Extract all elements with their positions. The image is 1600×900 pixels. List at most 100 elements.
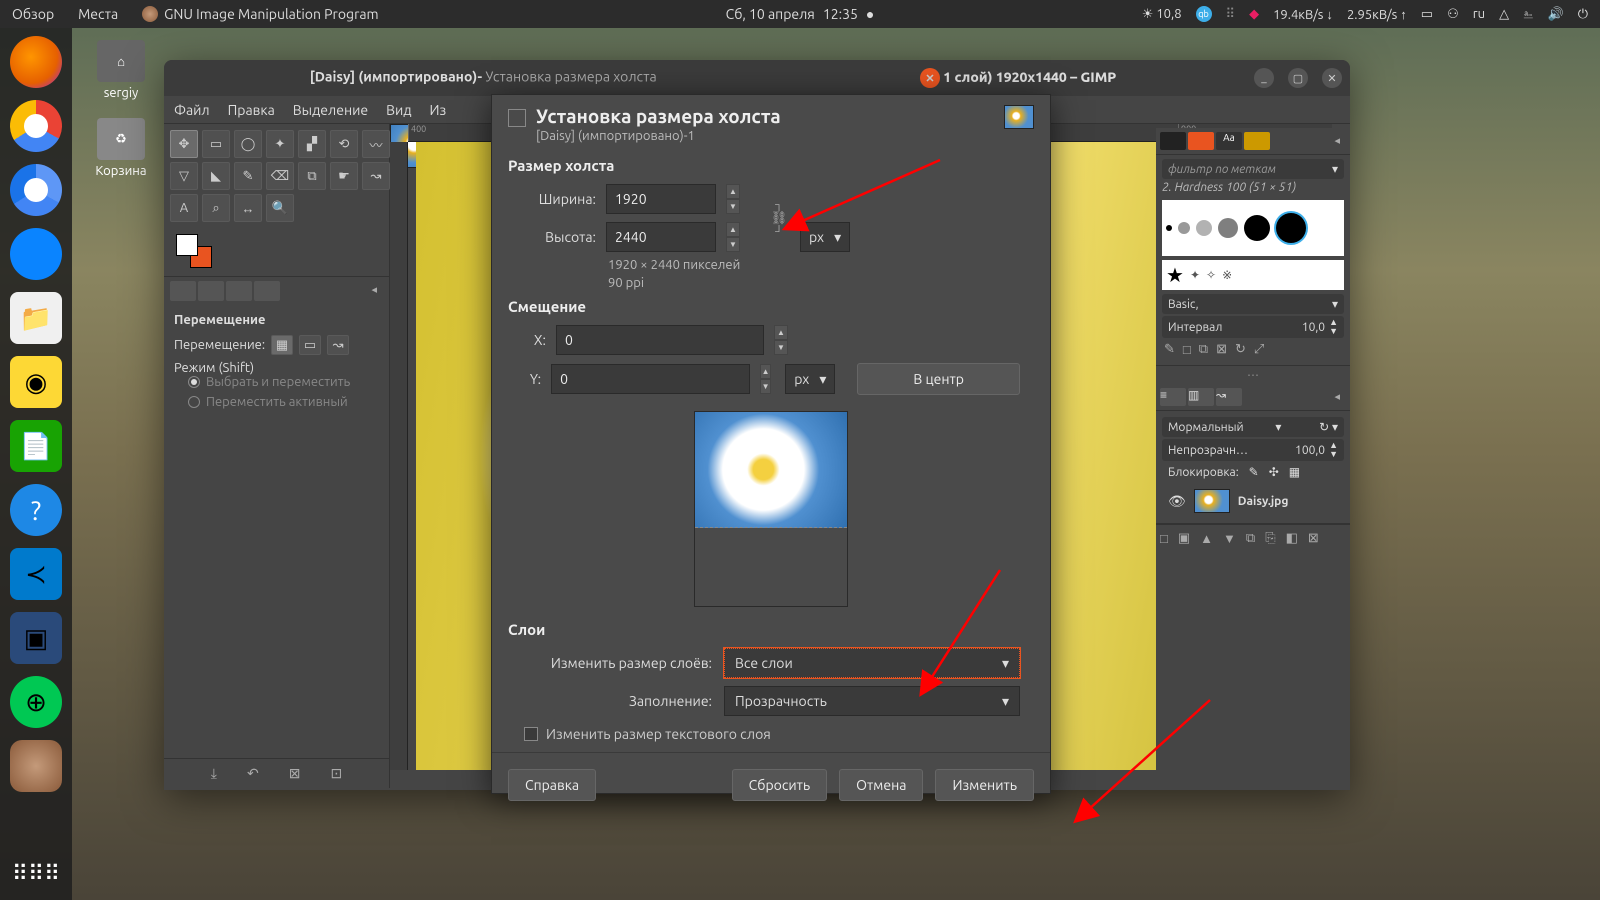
brush-preview-row2[interactable]: ★ ✦✧※ — [1162, 260, 1344, 290]
tool-crop[interactable]: ▞ — [298, 130, 326, 158]
tool-zoom[interactable]: 🔍 — [266, 194, 294, 222]
width-input[interactable] — [606, 184, 716, 214]
dialog-close-icon[interactable]: ✕ — [920, 68, 940, 88]
qbit-indicator[interactable]: qb — [1196, 6, 1212, 22]
dock-menu-chevron[interactable]: ◂ — [1328, 132, 1346, 150]
help-button[interactable]: Справка — [508, 769, 596, 801]
tool-gradient[interactable]: ◣ — [202, 162, 230, 190]
weather-indicator[interactable]: ☀ 10,8 — [1142, 7, 1182, 22]
tool-transform[interactable]: ⟲ — [330, 130, 358, 158]
offset-unit-combo[interactable]: px▾ — [785, 364, 835, 394]
activities-button[interactable]: Обзор — [12, 6, 54, 22]
dock-firefox[interactable] — [10, 36, 62, 88]
layer-down-icon[interactable]: ▼ — [1223, 531, 1236, 546]
brush-spacing[interactable]: Интервал 10,0 ▲▼ — [1162, 316, 1344, 338]
lock-pixels-icon[interactable]: ✎ — [1249, 465, 1259, 479]
fill-combo[interactable]: Прозрачность▾ — [724, 686, 1020, 716]
dock-rhythmbox[interactable]: ◉ — [10, 356, 62, 408]
menu-edit[interactable]: Правка — [228, 102, 275, 118]
move-mode-path[interactable]: ↝ — [327, 335, 349, 355]
dock-thunderbird[interactable] — [10, 228, 62, 280]
accessibility-icon[interactable]: ⚇ — [1447, 7, 1459, 22]
dock-virtualbox[interactable]: ▣ — [10, 612, 62, 664]
window-close[interactable]: ✕ — [1322, 68, 1342, 88]
fg-bg-swatch[interactable] — [176, 234, 216, 270]
desktop-trash[interactable]: ♻ Корзина — [86, 118, 156, 178]
lock-alpha-icon[interactable]: ▦ — [1289, 465, 1300, 479]
dock-gimp[interactable] — [10, 740, 62, 792]
offset-x-input[interactable] — [556, 325, 764, 355]
tab-patterns-icon[interactable] — [1188, 132, 1214, 150]
layer-item[interactable]: 👁 Daisy.jpg — [1162, 483, 1344, 519]
dock-tab-3[interactable] — [226, 281, 252, 301]
layer-visibility-icon[interactable]: 👁 — [1168, 493, 1186, 510]
chain-link-toggle[interactable]: ┐⛓┘ — [770, 199, 788, 238]
layer-delete-icon[interactable]: ⊠ — [1308, 531, 1319, 546]
window-minimize[interactable]: _ — [1254, 68, 1274, 88]
layer-new-icon[interactable]: □ — [1160, 531, 1168, 546]
network-icon[interactable]: △ — [1499, 7, 1509, 22]
tool-bucket[interactable]: ▽ — [170, 162, 198, 190]
tool-eraser[interactable]: ⌫ — [266, 162, 294, 190]
center-button[interactable]: В центр — [857, 363, 1020, 395]
radio-pick-layer[interactable] — [188, 376, 200, 388]
resize-button[interactable]: Изменить — [935, 769, 1034, 801]
tool-move[interactable]: ✥ — [170, 130, 198, 158]
clock[interactable]: Сб, 10 апреля 12:35 ● — [726, 6, 875, 22]
tool-clone[interactable]: ⧉ — [298, 162, 326, 190]
height-input[interactable] — [606, 222, 716, 252]
brush-refresh-icon[interactable]: ↻ — [1235, 342, 1246, 357]
dock-tab-4[interactable] — [254, 281, 280, 301]
width-spin-up[interactable]: ▲ — [726, 184, 740, 199]
lock-position-icon[interactable]: ✣ — [1269, 465, 1279, 479]
dock-show-apps[interactable]: ⠿⠿⠿ — [10, 848, 62, 900]
brush-new-icon[interactable]: □ — [1183, 342, 1191, 357]
brush-dup-icon[interactable]: ⧉ — [1199, 342, 1208, 357]
tab-paths-icon[interactable]: ↝ — [1216, 388, 1242, 406]
menu-image[interactable]: Из — [430, 102, 447, 118]
tool-warp[interactable]: 〰 — [362, 130, 390, 158]
offset-y-input[interactable] — [551, 364, 750, 394]
app-menu[interactable]: GNU Image Manipulation Program — [142, 6, 379, 22]
footer-reset-icon[interactable]: ⊡ — [330, 765, 342, 782]
dock-chromium[interactable] — [10, 164, 62, 216]
dock-chrome[interactable] — [10, 100, 62, 152]
layer-opacity[interactable]: Непрозрачн… 100,0 ▲▼ — [1162, 439, 1344, 461]
layer-merge-icon[interactable]: ⎘ — [1265, 531, 1275, 546]
places-menu[interactable]: Места — [78, 6, 118, 22]
volume-icon[interactable]: 🔊 — [1548, 7, 1564, 22]
tool-measure[interactable]: ↔ — [234, 194, 262, 222]
power-icon[interactable]: ⏻ — [1578, 7, 1588, 22]
height-spin-down[interactable]: ▼ — [726, 237, 740, 252]
y-spin-down[interactable]: ▼ — [760, 379, 771, 394]
dock-remote-viewer[interactable]: ⊕ — [10, 676, 62, 728]
tool-path[interactable]: ↝ — [362, 162, 390, 190]
dock-files[interactable]: 📁 — [10, 292, 62, 344]
tab-history-icon[interactable] — [1244, 132, 1270, 150]
menu-view[interactable]: Вид — [386, 102, 411, 118]
layer-mask-icon[interactable]: ◧ — [1286, 531, 1298, 546]
width-spin-down[interactable]: ▼ — [726, 199, 740, 214]
move-mode-selection[interactable]: ▭ — [299, 335, 321, 355]
dock-vscode[interactable]: ≺ — [10, 548, 62, 600]
brush-preset-combo[interactable]: Basic,▾ — [1162, 294, 1344, 314]
brush-open-icon[interactable]: ⤢ — [1254, 342, 1264, 357]
y-spin-up[interactable]: ▲ — [760, 364, 771, 379]
tool-pencil[interactable]: ✎ — [234, 162, 262, 190]
lang-indicator[interactable]: ru — [1473, 7, 1485, 21]
resize-layers-combo[interactable]: Все слои▾ — [724, 648, 1020, 678]
window-maximize[interactable]: ▢ — [1288, 68, 1308, 88]
tab-brushes-icon[interactable] — [1160, 132, 1186, 150]
resize-text-check[interactable] — [524, 727, 538, 741]
tray-icon[interactable]: ▭ — [1421, 7, 1433, 22]
move-mode-layer[interactable]: ▦ — [271, 335, 293, 355]
tool-color-picker[interactable]: ⌕ — [202, 194, 230, 222]
window-titlebar[interactable]: [Daisy] (импортировано)- Установка разме… — [164, 60, 1350, 96]
height-spin-up[interactable]: ▲ — [726, 222, 740, 237]
layer-mode-combo[interactable]: Мормальный▾ ↻ ▾ — [1162, 417, 1344, 437]
dock-tab-2[interactable] — [198, 281, 224, 301]
dock-tab-1[interactable] — [170, 281, 196, 301]
footer-save-icon[interactable]: ⤓ — [211, 765, 217, 782]
cube-icon[interactable]: ◆ — [1249, 7, 1259, 22]
reset-button[interactable]: Сбросить — [732, 769, 827, 801]
